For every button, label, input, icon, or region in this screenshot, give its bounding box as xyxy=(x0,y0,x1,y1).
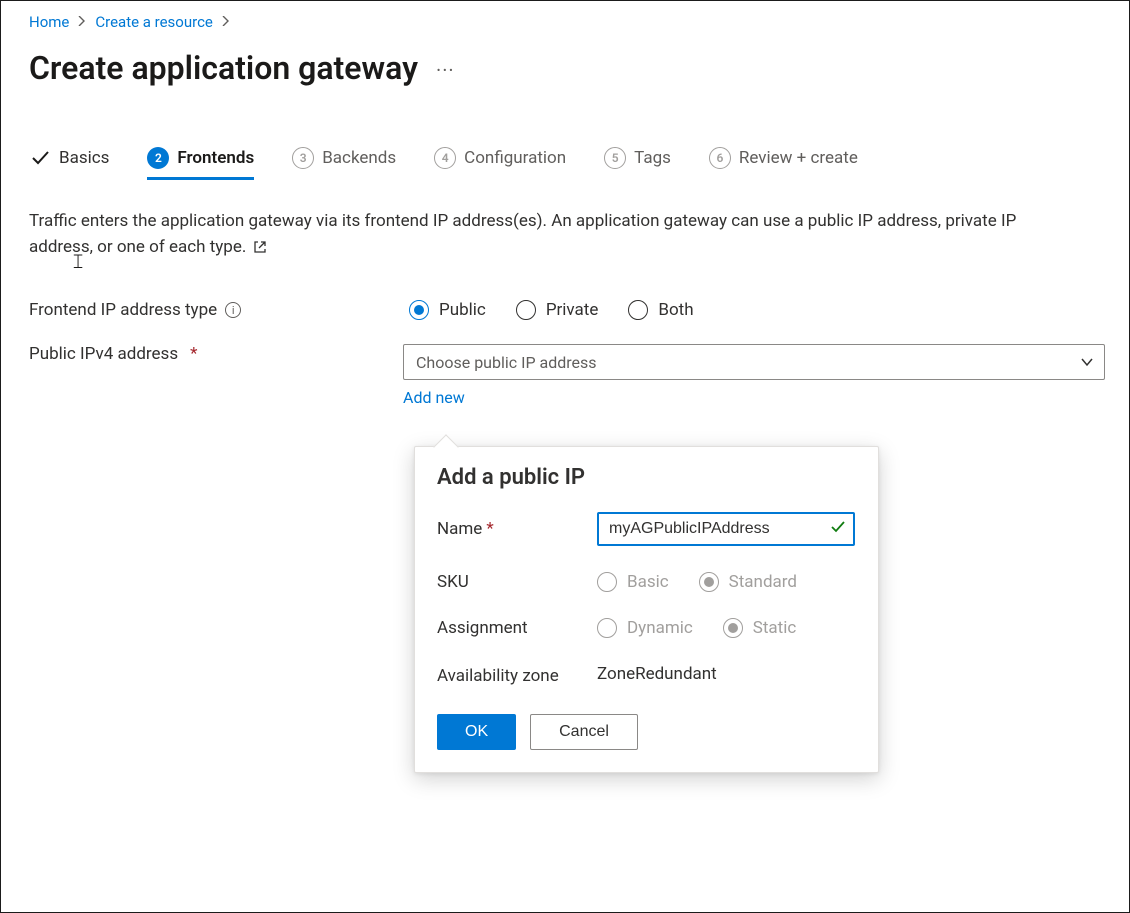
step-badge-icon: 4 xyxy=(434,147,456,169)
add-new-link[interactable]: Add new xyxy=(403,388,465,407)
external-link-icon[interactable] xyxy=(253,236,267,262)
description-text: Traffic enters the application gateway v… xyxy=(29,208,1079,262)
radio-assign-static: Static xyxy=(723,618,797,638)
public-ip-select[interactable]: Choose public IP address xyxy=(403,344,1105,380)
step-badge-icon: 6 xyxy=(709,147,731,169)
radio-dot-icon xyxy=(597,572,617,592)
radio-sku-basic: Basic xyxy=(597,572,669,592)
more-actions-icon[interactable]: ··· xyxy=(436,48,455,82)
step-badge-icon: 2 xyxy=(147,147,169,169)
tab-configuration[interactable]: 4 Configuration xyxy=(434,147,566,179)
breadcrumb-create-resource[interactable]: Create a resource xyxy=(95,13,213,31)
radio-sku-standard: Standard xyxy=(699,572,797,592)
checkmark-icon xyxy=(829,518,847,540)
select-placeholder: Choose public IP address xyxy=(416,353,597,372)
tab-label: Frontends xyxy=(177,148,254,168)
popover-assignment-label: Assignment xyxy=(437,618,587,638)
tab-frontends[interactable]: 2 Frontends xyxy=(147,147,254,179)
radio-label: Private xyxy=(546,300,599,320)
radio-dot-icon xyxy=(516,300,536,320)
chevron-right-icon xyxy=(77,14,87,30)
add-public-ip-popover: Add a public IP Name* SKU Basic xyxy=(414,446,879,773)
tab-label: Configuration xyxy=(464,148,566,168)
tab-label: Review + create xyxy=(739,148,858,168)
text-cursor-icon: 𝙸 xyxy=(71,249,85,273)
radio-dot-icon xyxy=(409,300,429,320)
ok-button[interactable]: OK xyxy=(437,714,516,750)
radio-dot-icon xyxy=(597,618,617,638)
tab-tags[interactable]: 5 Tags xyxy=(604,147,671,179)
tab-backends[interactable]: 3 Backends xyxy=(292,147,396,179)
breadcrumb: Home Create a resource xyxy=(29,13,1105,31)
frontend-ip-type-radiogroup: Public Private Both xyxy=(409,300,694,320)
info-icon[interactable]: i xyxy=(225,302,241,318)
tab-review-create[interactable]: 6 Review + create xyxy=(709,147,858,179)
radio-private[interactable]: Private xyxy=(516,300,599,320)
checkmark-icon xyxy=(29,147,51,169)
radio-both[interactable]: Both xyxy=(628,300,693,320)
popover-az-value: ZoneRedundant xyxy=(597,664,717,684)
chevron-down-icon xyxy=(1080,355,1094,369)
tab-basics[interactable]: Basics xyxy=(29,147,109,179)
radio-assign-dynamic: Dynamic xyxy=(597,618,693,638)
popover-name-label: Name* xyxy=(437,519,587,539)
cancel-button[interactable]: Cancel xyxy=(530,714,638,750)
radio-dot-icon xyxy=(628,300,648,320)
radio-public[interactable]: Public xyxy=(409,300,486,320)
breadcrumb-home[interactable]: Home xyxy=(29,13,69,31)
radio-label: Standard xyxy=(729,572,797,592)
popover-title: Add a public IP xyxy=(437,465,856,490)
popover-sku-label: SKU xyxy=(437,572,587,592)
tab-label: Tags xyxy=(634,148,671,168)
radio-dot-icon xyxy=(699,572,719,592)
tab-label: Backends xyxy=(322,148,396,168)
step-badge-icon: 3 xyxy=(292,147,314,169)
frontend-ip-type-label: Frontend IP address type i xyxy=(29,300,409,320)
tab-label: Basics xyxy=(59,148,109,168)
radio-label: Static xyxy=(753,618,797,638)
public-ip-name-input[interactable] xyxy=(597,512,855,546)
radio-label: Public xyxy=(439,300,486,320)
public-ip-address-label: Public IPv4 address* xyxy=(29,344,403,364)
chevron-right-icon xyxy=(221,14,231,30)
radio-dot-icon xyxy=(723,618,743,638)
page-title: Create application gateway xyxy=(29,49,418,87)
radio-label: Basic xyxy=(627,572,669,592)
radio-label: Dynamic xyxy=(627,618,693,638)
wizard-tabs: Basics 2 Frontends 3 Backends 4 Configur… xyxy=(29,147,1105,180)
popover-az-label: Availability zone xyxy=(437,664,587,688)
radio-label: Both xyxy=(658,300,693,320)
step-badge-icon: 5 xyxy=(604,147,626,169)
